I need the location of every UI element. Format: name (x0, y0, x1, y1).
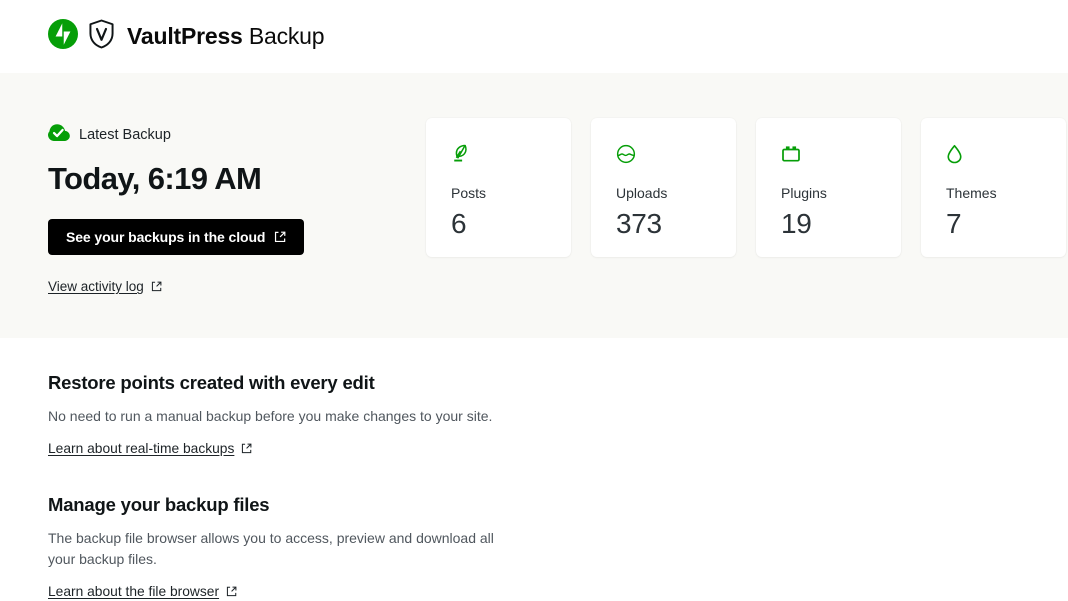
vaultpress-shield-icon (88, 19, 115, 54)
stat-card-value: 373 (616, 208, 662, 239)
external-link-icon (226, 586, 237, 597)
section-link-label: Learn about real-time backups (48, 440, 235, 456)
plugin-plug-icon (781, 144, 901, 166)
latest-backup-status: Latest Backup (48, 123, 378, 147)
stat-card-label: Plugins (781, 185, 827, 201)
post-quill-icon (451, 144, 571, 166)
jetpack-logo-icon (48, 19, 78, 54)
external-link-icon (241, 443, 252, 454)
latest-backup-time: Today, 6:19 AM (48, 161, 262, 196)
section-manage-backup-files: Manage your backup files The backup file… (48, 494, 1020, 601)
section-link-label: Learn about the file browser (48, 584, 220, 600)
cloud-check-icon (48, 123, 70, 147)
backup-status-panel: Latest Backup Today, 6:19 AM See your ba… (48, 117, 378, 296)
stat-card-posts: Posts 6 (426, 118, 571, 257)
stat-card-label: Uploads (616, 185, 668, 201)
activity-link-label: View activity log (48, 279, 144, 295)
external-link-icon (151, 281, 162, 292)
view-activity-log-link[interactable]: View activity log (48, 279, 162, 294)
backup-stats-cards: Posts 6 Uploads 373 Plugins 19 Themes 7 (426, 117, 1066, 257)
app-header: VaultPress Backup (0, 0, 1068, 73)
stat-card-label: Posts (451, 185, 487, 201)
learn-about-real-time-backups-link[interactable]: Learn about real-time backups (48, 441, 252, 456)
learn-about-file-browser-link[interactable]: Learn about the file browser (48, 584, 237, 599)
stat-card-uploads: Uploads 373 (591, 118, 736, 257)
external-link-icon (274, 231, 286, 243)
section-body: The backup file browser allows you to ac… (48, 529, 494, 568)
section-body: No need to run a manual backup before yo… (48, 408, 493, 424)
theme-droplet-icon (946, 144, 1066, 166)
cloud-button-label: See your backups in the cloud (66, 229, 266, 246)
section-title: Restore points created with every edit (48, 372, 375, 393)
media-image-icon (616, 144, 736, 166)
brand-name-strong: VaultPress (127, 23, 243, 49)
latest-backup-label: Latest Backup (79, 126, 171, 143)
hero-section: Latest Backup Today, 6:19 AM See your ba… (0, 73, 1068, 338)
see-backups-in-cloud-button[interactable]: See your backups in the cloud (48, 219, 305, 256)
brand-name-light: Backup (248, 23, 325, 49)
section-title: Manage your backup files (48, 493, 270, 515)
brand-logo: VaultPress Backup (48, 19, 325, 54)
brand-title: VaultPress Backup (127, 23, 325, 49)
stat-card-label: Themes (946, 185, 997, 201)
stat-card-value: 19 (781, 208, 812, 239)
stat-card-value: 6 (451, 208, 467, 239)
stat-card-value: 7 (946, 208, 962, 239)
stat-card-plugins: Plugins 19 (756, 118, 901, 257)
stat-card-themes: Themes 7 (921, 118, 1066, 257)
info-sections: Restore points created with every edit N… (0, 338, 1068, 601)
section-restore-points: Restore points created with every edit N… (48, 372, 1020, 458)
